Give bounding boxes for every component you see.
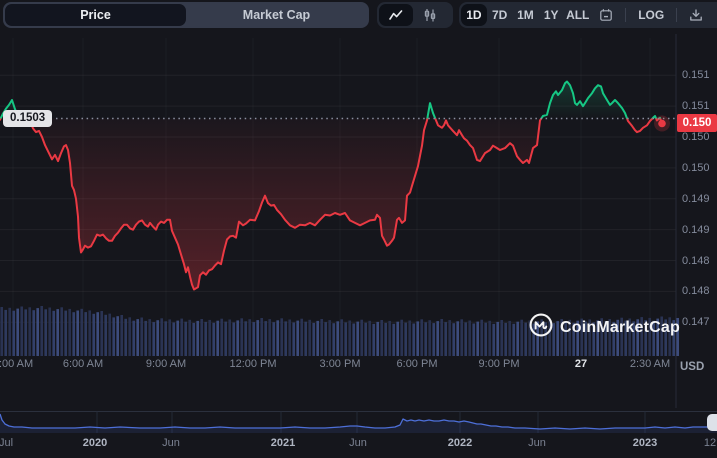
currency-label: USD bbox=[680, 361, 705, 373]
current-price-badge: 0.150 bbox=[677, 114, 717, 132]
navigator-scrubber[interactable] bbox=[0, 411, 717, 433]
chart-plot-area[interactable] bbox=[0, 34, 676, 374]
